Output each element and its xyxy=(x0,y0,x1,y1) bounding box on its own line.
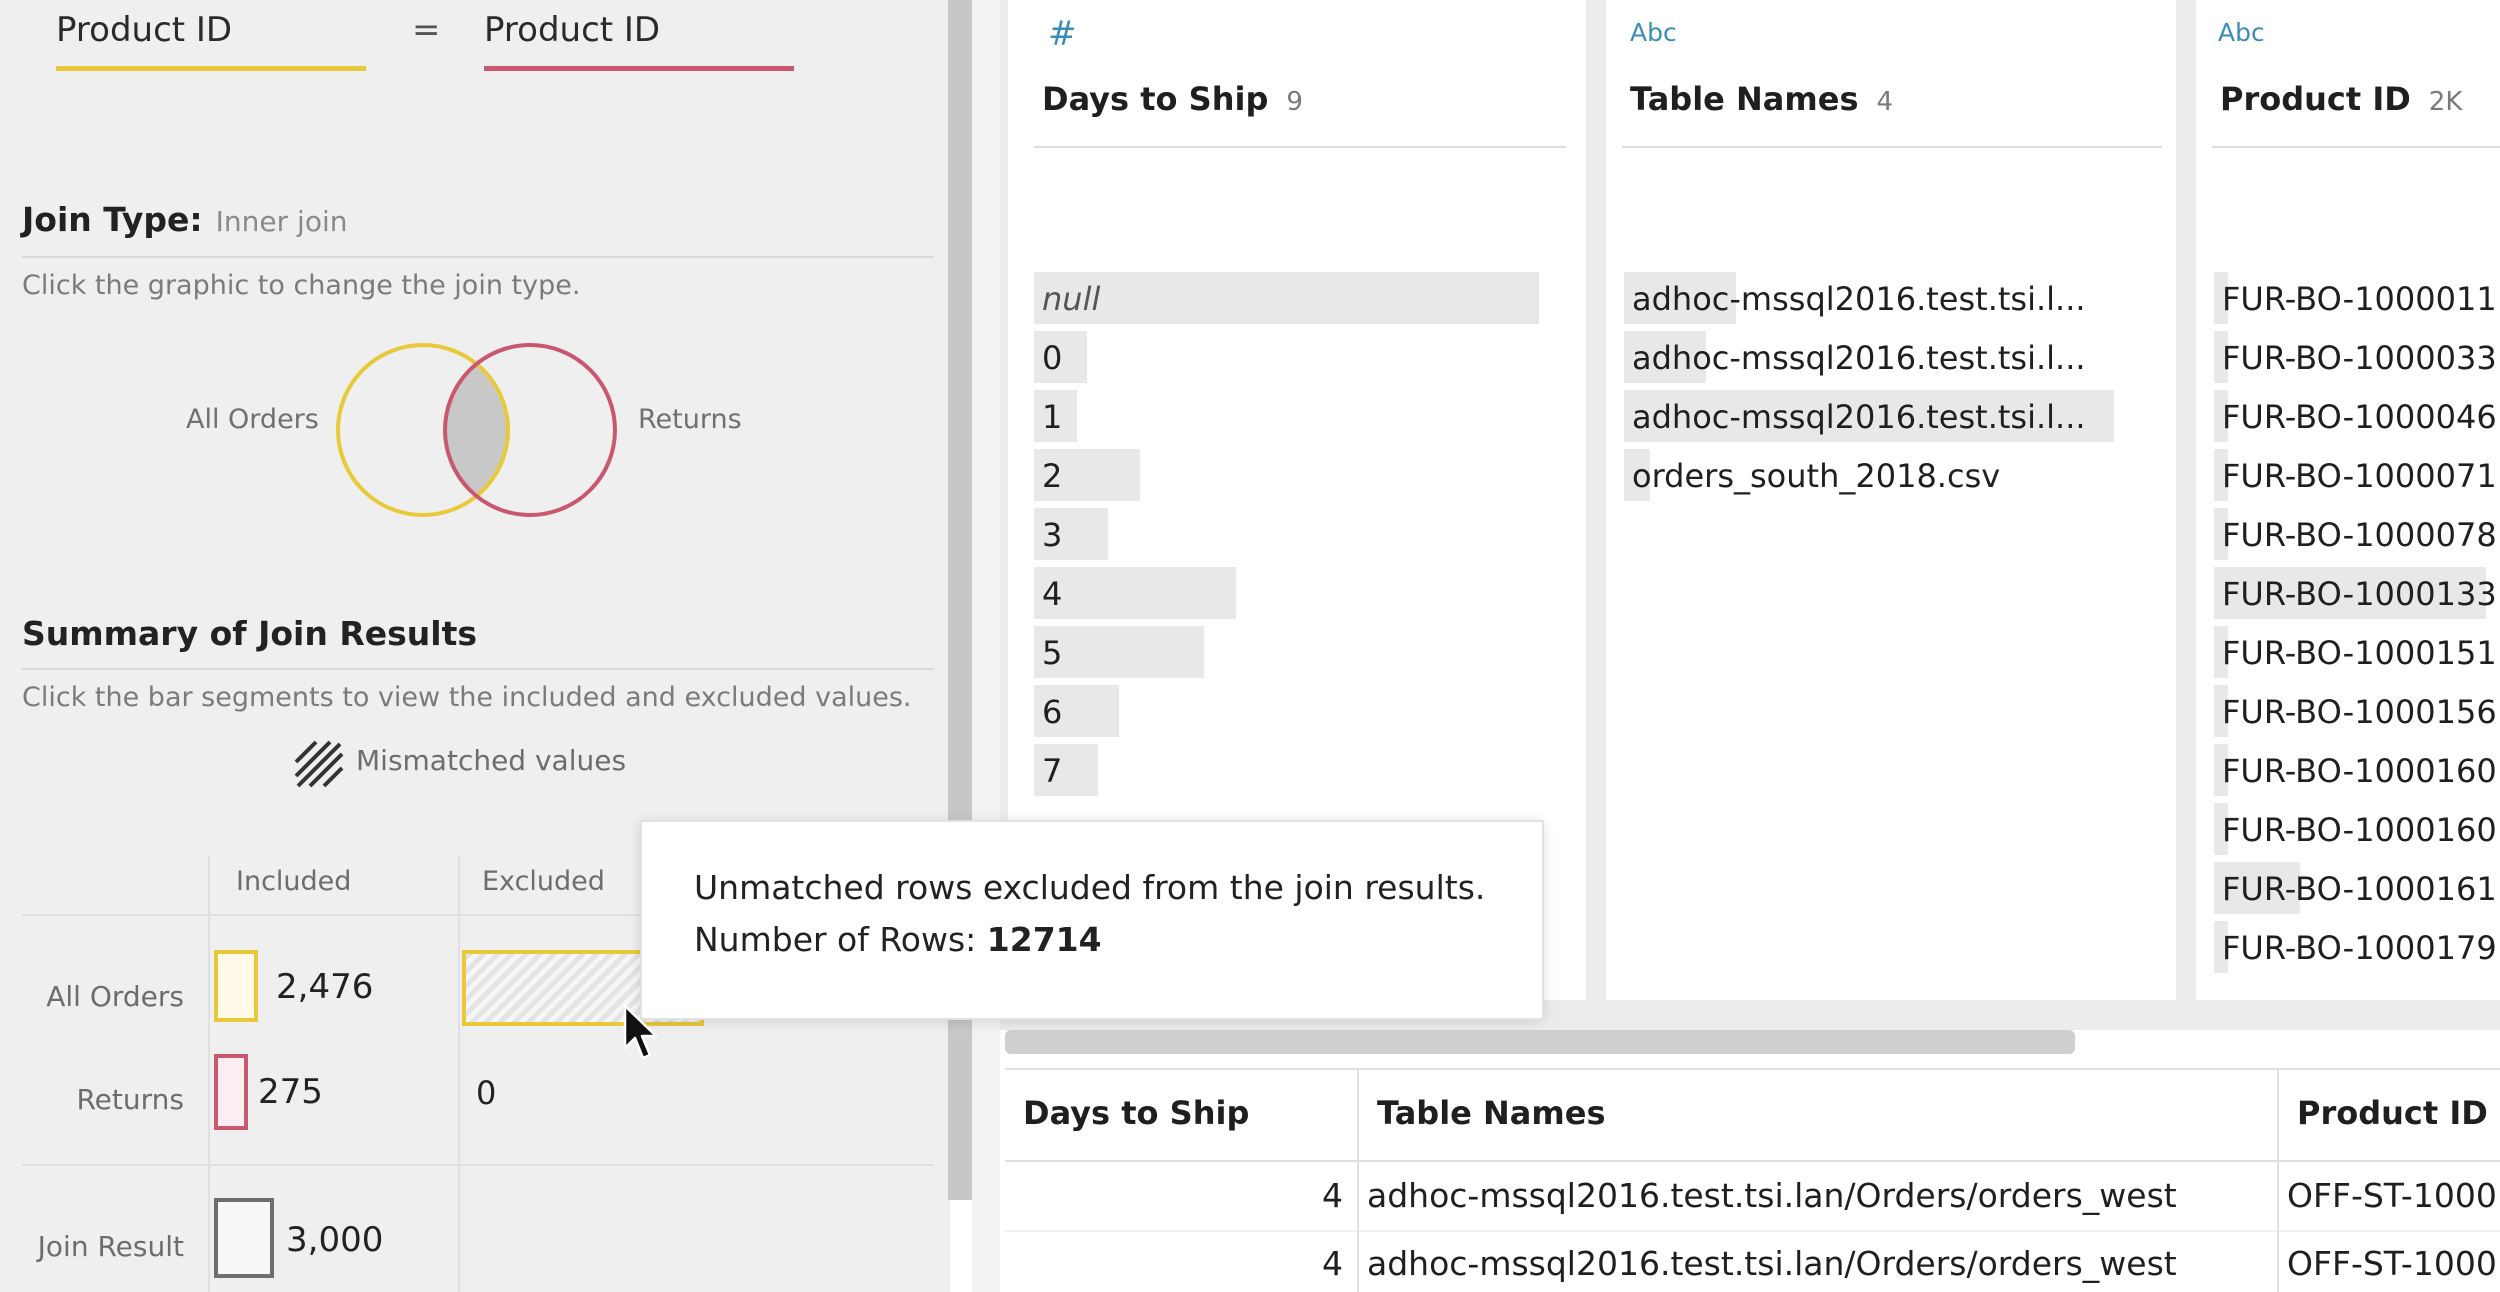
value-label[interactable]: 3 xyxy=(1042,516,1062,554)
left-join-field-underline xyxy=(56,66,366,71)
grid-header-product-id[interactable]: Product ID xyxy=(2297,1094,2488,1132)
tooltip-row-count-value: 12714 xyxy=(986,920,1102,959)
mouse-cursor-icon xyxy=(623,1004,658,1060)
value-label[interactable]: 1 xyxy=(1042,398,1062,436)
value-label[interactable]: null xyxy=(1042,280,1100,318)
value-frequency-bar[interactable] xyxy=(1034,272,1539,324)
value-label[interactable]: FUR-BO-1000156 xyxy=(2222,693,2497,731)
value-label[interactable]: FUR-BO-1000011 xyxy=(2222,280,2497,318)
value-label[interactable]: 5 xyxy=(1042,634,1062,672)
summary-grid-line xyxy=(458,856,460,1292)
data-grid: Days to Ship Table Names Product ID 4 ad… xyxy=(1005,1068,2500,1292)
all-orders-included-count: 2,476 xyxy=(276,967,374,1007)
summary-grid-line xyxy=(22,1164,934,1166)
value-label[interactable]: FUR-BO-1000179 xyxy=(2222,929,2497,967)
join-settings-panel: Product ID = Product ID Join Type: Inner… xyxy=(0,0,950,1292)
grid-line xyxy=(1005,1160,2500,1162)
value-label[interactable]: FUR-BO-1000133 xyxy=(2222,575,2497,613)
value-label[interactable]: FUR-BO-1000033 xyxy=(2222,339,2497,377)
value-label[interactable]: FUR-BO-1000160 xyxy=(2222,811,2497,849)
value-label[interactable]: FUR-BO-1000078 xyxy=(2222,516,2497,554)
profile-card-product-id[interactable]: Abc Product ID 2K FUR-BO-1000011 FUR-BO-10… xyxy=(2196,0,2500,1000)
left-panel-scrollbar[interactable] xyxy=(948,0,972,1200)
grid-line xyxy=(1005,1230,2500,1232)
grid-cell[interactable]: 4 xyxy=(1322,1244,1343,1283)
right-join-field-underline xyxy=(484,66,794,71)
returns-included-count: 275 xyxy=(258,1072,323,1112)
profile-card-table-names[interactable]: Abc Table Names 4 adhoc-mssql2016.test.ts… xyxy=(1606,0,2176,1000)
value-label[interactable]: 4 xyxy=(1042,575,1062,613)
profile-horizontal-scrollbar[interactable] xyxy=(1005,1030,2075,1054)
value-label[interactable]: adhoc-mssql2016.test.tsi.l... xyxy=(1632,280,2086,318)
value-frequency-bar[interactable] xyxy=(1034,567,1236,619)
value-label[interactable]: 2 xyxy=(1042,457,1062,495)
value-list: adhoc-mssql2016.test.tsi.l... adhoc-mssql… xyxy=(1624,0,2134,1000)
value-label[interactable]: FUR-BO-1000160 xyxy=(2222,752,2497,790)
grid-cell[interactable]: OFF-ST-1000 xyxy=(2287,1244,2497,1283)
join-type-heading: Join Type: Inner join xyxy=(22,200,347,239)
value-list: FUR-BO-1000011 FUR-BO-1000033 FUR-BO-10000… xyxy=(2214,0,2500,1000)
summary-grid-line xyxy=(208,856,210,1292)
summary-divider xyxy=(22,668,934,670)
value-label[interactable]: 0 xyxy=(1042,339,1062,377)
join-result-row-label: Join Result xyxy=(37,1230,184,1263)
returns-row-label: Returns xyxy=(76,1083,184,1116)
value-label[interactable]: FUR-BO-1000161 xyxy=(2222,870,2497,908)
grid-cell[interactable]: adhoc-mssql2016.test.tsi.lan/Orders/orde… xyxy=(1367,1176,2177,1215)
excluded-header: Excluded xyxy=(482,866,605,897)
join-type-venn-diagram[interactable] xyxy=(330,336,630,528)
value-label[interactable]: orders_south_2018.csv xyxy=(1632,457,2000,495)
grid-cell[interactable]: adhoc-mssql2016.test.tsi.lan/Orders/orde… xyxy=(1367,1244,2177,1283)
mismatched-values-icon xyxy=(294,740,344,788)
join-type-hint: Click the graphic to change the join typ… xyxy=(22,270,581,301)
grid-cell[interactable]: OFF-ST-1000 xyxy=(2287,1176,2497,1215)
join-result-count: 3,000 xyxy=(286,1220,384,1260)
summary-title: Summary of Join Results xyxy=(22,614,477,653)
join-type-title: Join Type: xyxy=(22,200,203,239)
venn-right-label: Returns xyxy=(638,404,742,435)
excluded-rows-tooltip: Unmatched rows excluded from the join re… xyxy=(640,820,1544,1020)
grid-line xyxy=(1005,1068,2500,1070)
venn-left-label: All Orders xyxy=(186,404,319,435)
returns-included-bar[interactable] xyxy=(214,1054,248,1130)
value-label[interactable]: FUR-BO-1000046 xyxy=(2222,398,2497,436)
value-label[interactable]: 6 xyxy=(1042,693,1062,731)
value-label[interactable]: FUR-BO-1000151 xyxy=(2222,634,2497,672)
value-label[interactable]: FUR-BO-1000071 xyxy=(2222,457,2497,495)
mismatched-values-label: Mismatched values xyxy=(356,744,627,777)
join-type-value: Inner join xyxy=(215,205,348,238)
tooltip-row-count-label: Number of Rows: xyxy=(694,920,977,959)
join-result-bar[interactable] xyxy=(214,1198,274,1278)
left-join-field[interactable]: Product ID xyxy=(56,10,232,50)
value-label[interactable]: 7 xyxy=(1042,752,1062,790)
included-header: Included xyxy=(236,866,352,897)
grid-header-table-names[interactable]: Table Names xyxy=(1377,1094,1605,1132)
grid-cell[interactable]: 4 xyxy=(1322,1176,1343,1215)
all-orders-included-bar[interactable] xyxy=(214,950,258,1022)
right-join-field[interactable]: Product ID xyxy=(484,10,660,50)
summary-hint: Click the bar segments to view the inclu… xyxy=(22,682,912,713)
all-orders-row-label: All Orders xyxy=(46,980,184,1013)
value-label[interactable]: adhoc-mssql2016.test.tsi.l... xyxy=(1632,398,2086,436)
grid-line xyxy=(1357,1068,1359,1292)
tooltip-description: Unmatched rows excluded from the join re… xyxy=(694,868,1486,907)
grid-line xyxy=(2277,1068,2279,1292)
grid-header-days-to-ship[interactable]: Days to Ship xyxy=(1023,1094,1249,1132)
join-type-divider xyxy=(22,256,934,258)
tooltip-row-count: Number of Rows: 12714 xyxy=(694,920,1102,959)
panel-gutter xyxy=(972,0,1000,1292)
value-label[interactable]: adhoc-mssql2016.test.tsi.l... xyxy=(1632,339,2086,377)
returns-excluded-count: 0 xyxy=(476,1074,497,1112)
join-operator[interactable]: = xyxy=(412,10,441,50)
